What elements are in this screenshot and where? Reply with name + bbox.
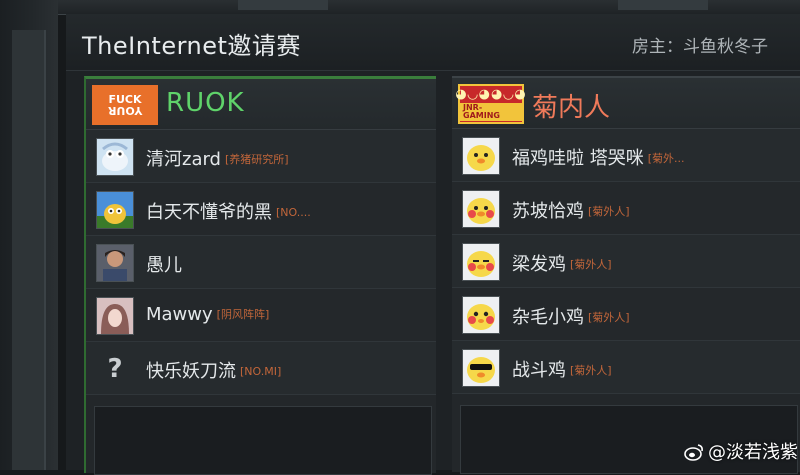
side-slot	[12, 30, 46, 470]
chick-avatar	[462, 137, 500, 175]
left-frame	[0, 0, 58, 470]
player-name: 杂毛小鸡	[512, 307, 584, 328]
player-avatar	[96, 191, 134, 229]
player-slot[interactable]: 梁发鸡 [菊外人]	[452, 235, 800, 288]
player-slot[interactable]: 白天不懂爷的黑 [NO....	[86, 183, 436, 236]
team-logo: FUCK YOUR	[92, 85, 158, 125]
player-slot[interactable]: 愚儿	[86, 236, 436, 289]
logo-text-flipped: YOUR	[107, 104, 143, 117]
team-name: RUOK	[166, 88, 245, 118]
team-header: ◕◡◕◕◡◕ JNR-GAMING 菊内人	[452, 78, 800, 129]
player-name: 白天不懂爷的黑	[146, 202, 272, 223]
empty-slot	[94, 406, 432, 475]
team-dire: ◕◡◕◕◡◕ JNR-GAMING 菊内人 福鸡哇啦 塔哭咪 [菊外... 苏坡恰…	[452, 76, 800, 474]
player-slot[interactable]: 福鸡哇啦 塔哭咪 [菊外...	[452, 129, 800, 182]
lobby-title: TheInternet邀请赛	[82, 32, 301, 60]
player-guild-tag: [阴风阵阵]	[216, 308, 270, 321]
player-guild-tag: [NO.MI]	[240, 365, 282, 378]
player-name: 战斗鸡	[512, 360, 566, 381]
team-radiant: FUCK YOUR RUOK 清河zard [养猪研究所] 白天不懂爷的黑 [NO.…	[84, 76, 436, 475]
player-guild-tag: [菊外人]	[588, 311, 630, 324]
team-header: FUCK YOUR RUOK	[86, 79, 436, 130]
top-strip	[58, 0, 800, 15]
player-name: 梁发鸡	[512, 254, 566, 275]
player-name: 愚儿	[146, 255, 182, 276]
chick-avatar	[462, 349, 500, 387]
chick-avatar	[462, 243, 500, 281]
player-guild-tag: [NO....	[276, 206, 311, 219]
player-guild-tag: [菊外人]	[570, 258, 612, 271]
player-name: Mawwy	[146, 304, 213, 325]
lobby-panel: TheInternet邀请赛 房主：斗鱼秋冬子 FUCK YOUR RUOK 清…	[66, 14, 800, 475]
player-slot[interactable]: ? 快乐妖刀流 [NO.MI]	[86, 342, 436, 395]
player-name: 快乐妖刀流	[146, 361, 236, 382]
unknown-avatar: ?	[107, 354, 123, 384]
team-logo: ◕◡◕◕◡◕ JNR-GAMING	[455, 84, 527, 124]
player-avatar	[96, 244, 134, 282]
player-guild-tag: [养猪研究所]	[225, 153, 289, 166]
player-slot[interactable]: 战斗鸡 [菊外人]	[452, 341, 800, 394]
player-avatar	[96, 297, 134, 335]
player-guild-tag: [菊外人]	[570, 364, 612, 377]
weibo-icon	[684, 443, 704, 466]
player-avatar	[96, 138, 134, 176]
player-slot[interactable]: Mawwy [阴风阵阵]	[86, 289, 436, 342]
player-slot[interactable]: 杂毛小鸡 [菊外人]	[452, 288, 800, 341]
player-guild-tag: [菊外...	[647, 152, 685, 165]
player-slot[interactable]: 清河zard [养猪研究所]	[86, 130, 436, 183]
top-notch	[618, 0, 708, 10]
watermark-text: @淡若浅紫	[708, 442, 798, 463]
chick-avatar	[462, 296, 500, 334]
lobby-host: 房主：斗鱼秋冬子	[632, 37, 768, 57]
team-name: 菊内人	[532, 93, 611, 123]
title-bar: TheInternet邀请赛 房主：斗鱼秋冬子	[66, 14, 800, 71]
player-name: 福鸡哇啦 塔哭咪	[512, 148, 644, 169]
weibo-watermark: @淡若浅紫	[684, 438, 798, 466]
logo-text: JNR-GAMING	[460, 102, 522, 121]
player-name: 苏坡恰鸡	[512, 201, 584, 222]
player-guild-tag: [菊外人]	[588, 205, 630, 218]
chick-icon: ◕◡◕◕◡◕	[455, 86, 527, 102]
player-name: 清河zard	[146, 149, 221, 170]
player-slot[interactable]: 苏坡恰鸡 [菊外人]	[452, 182, 800, 235]
chick-avatar	[462, 190, 500, 228]
top-notch	[238, 0, 328, 10]
